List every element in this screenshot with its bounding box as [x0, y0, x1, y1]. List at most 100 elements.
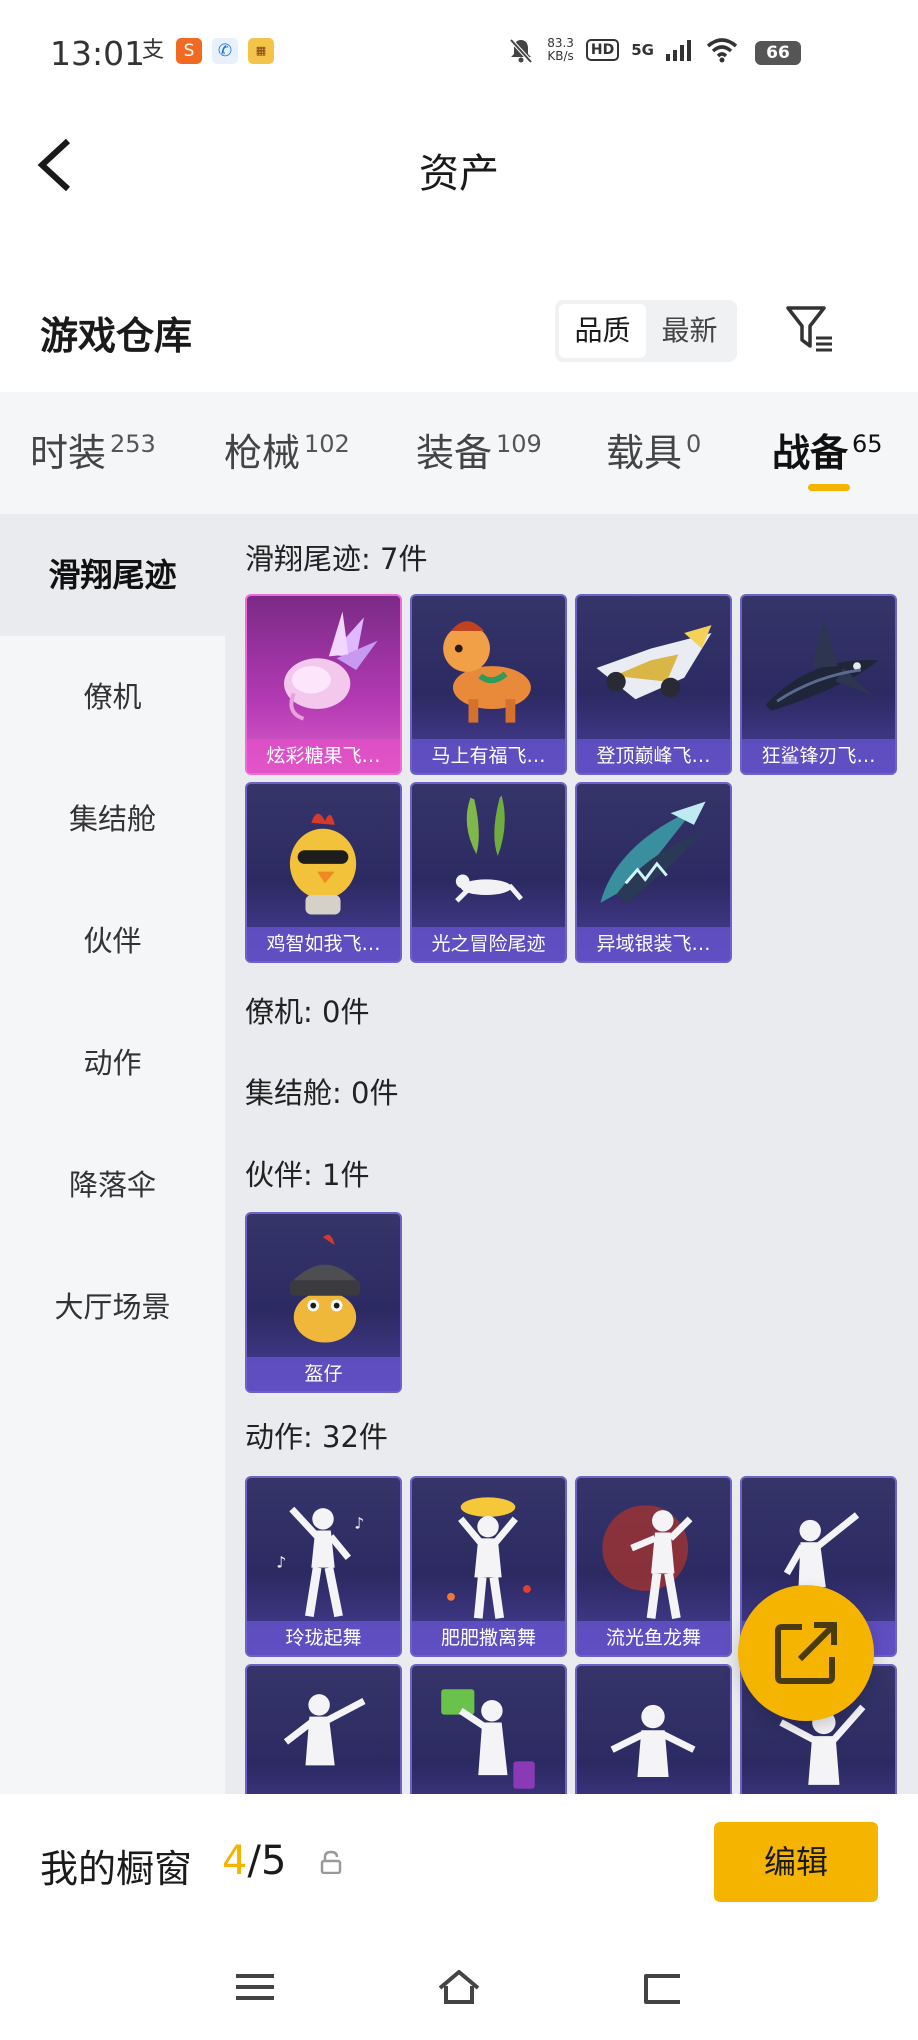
- tab-label: 时装: [30, 431, 107, 475]
- edit-button[interactable]: 编辑: [714, 1822, 878, 1902]
- tab-label: 战备: [772, 431, 849, 475]
- exotic-silver-glider-image: [577, 784, 730, 931]
- page-title: 资产: [419, 151, 499, 197]
- menu-icon[interactable]: [230, 1962, 280, 2012]
- group-label-wingman: 僚机: 0件: [245, 995, 370, 1029]
- item-card[interactable]: [410, 1664, 567, 1794]
- lock-icon: [320, 1850, 342, 1874]
- sidebar-item-lobby-scene[interactable]: 大厅场景: [0, 1246, 225, 1368]
- item-card[interactable]: 光之冒险尾迹: [410, 782, 567, 963]
- dance-pose-image: [412, 1478, 565, 1625]
- horse-glider-image: [412, 596, 565, 743]
- tab-label: 装备: [416, 431, 493, 475]
- sidebar-item-assembly-pod[interactable]: 集结舱: [0, 758, 225, 880]
- tab-fashion[interactable]: 时装 253: [30, 422, 156, 477]
- net-speed: 83.3 KB/s: [547, 37, 574, 63]
- group-label-glide-trail: 滑翔尾迹: 7件: [245, 542, 428, 576]
- item-name: 炫彩糖果飞…: [247, 739, 400, 773]
- tab-vehicles[interactable]: 载具 0: [606, 422, 701, 477]
- tab-combat-gear[interactable]: 战备 65: [772, 422, 883, 477]
- system-nav-bar: [0, 1934, 918, 2040]
- status-time: 13:01: [50, 34, 146, 73]
- item-name: 鸡智如我飞…: [247, 927, 400, 961]
- svg-text:♪: ♪: [276, 1554, 286, 1572]
- dance-pose-image: [412, 1666, 565, 1794]
- filter-icon: [786, 306, 832, 352]
- item-card[interactable]: 盔仔: [245, 1212, 402, 1393]
- home-icon[interactable]: [434, 1962, 484, 2012]
- tab-count: 253: [110, 430, 156, 458]
- candy-glider-image: [247, 596, 400, 743]
- item-card[interactable]: 鸡智如我飞…: [245, 782, 402, 963]
- dance-pose-image: [577, 1478, 730, 1625]
- sidebar-item-parachute[interactable]: 降落伞: [0, 1124, 225, 1246]
- dance-pose-image: [247, 1666, 400, 1794]
- group-label-emote: 动作: 32件: [245, 1420, 388, 1454]
- chicken-glider-image: [247, 784, 400, 931]
- wifi-icon: [706, 38, 738, 63]
- dance-pose-image: ♪ ♪: [247, 1478, 400, 1625]
- battery-indicator: 66: [755, 41, 801, 65]
- tab-equipment[interactable]: 装备 109: [416, 422, 542, 477]
- share-fab-button[interactable]: [738, 1585, 874, 1721]
- summit-glider-image: [577, 596, 730, 743]
- hd-badge: HD: [585, 39, 620, 61]
- showcase-total: 5: [260, 1838, 287, 1884]
- item-name: 异域银装飞…: [577, 927, 730, 961]
- game-notification-icon: ▦: [248, 38, 274, 64]
- status-bar: 13:01 支 S ✆ ▦ 83.3 KB/s HD 5G 66: [0, 0, 918, 105]
- filter-button[interactable]: [784, 302, 836, 354]
- mute-bell-icon: [509, 38, 533, 64]
- tab-count: 102: [304, 430, 350, 458]
- item-card[interactable]: 登顶巅峰飞…: [575, 594, 732, 775]
- tab-firearms[interactable]: 枪械 102: [224, 422, 350, 477]
- showcase-bar: 我的橱窗 4/5 编辑: [0, 1794, 918, 1934]
- tab-count: 65: [852, 430, 883, 458]
- item-card[interactable]: 狂鲨锋刃飞…: [740, 594, 897, 775]
- sidebar-item-emote[interactable]: 动作: [0, 1002, 225, 1124]
- telecom-notification-icon: ✆: [212, 38, 238, 64]
- helmet-chick-image: [247, 1214, 400, 1361]
- back-nav-icon[interactable]: [638, 1962, 688, 2012]
- sidebar-item-wingman[interactable]: 僚机: [0, 636, 225, 758]
- net-speed-unit: KB/s: [547, 49, 574, 63]
- item-card[interactable]: 炫彩糖果飞…: [245, 594, 402, 775]
- network-5g-label: 5G: [631, 41, 654, 59]
- item-name: 肥肥撒离舞: [412, 1621, 565, 1655]
- item-card[interactable]: 流光鱼龙舞: [575, 1476, 732, 1657]
- sort-option-newest[interactable]: 最新: [646, 304, 733, 358]
- tab-label: 载具: [606, 431, 683, 475]
- shark-glider-image: [742, 596, 895, 743]
- item-card[interactable]: 肥肥撒离舞: [410, 1476, 567, 1657]
- item-card[interactable]: 异域银装飞…: [575, 782, 732, 963]
- item-name: 狂鲨锋刃飞…: [742, 739, 895, 773]
- app-header: 资产: [0, 105, 918, 225]
- tab-count: 0: [686, 430, 702, 458]
- item-card[interactable]: [575, 1664, 732, 1794]
- subcategory-sidebar: 滑翔尾迹 僚机 集结舱 伙伴 动作 降落伞 大厅场景: [0, 514, 225, 1794]
- sidebar-item-companion[interactable]: 伙伴: [0, 880, 225, 1002]
- share-external-icon: [775, 1622, 837, 1684]
- light-adventure-trail-image: [412, 784, 565, 931]
- item-name: 玲珑起舞: [247, 1621, 400, 1655]
- section-title: 游戏仓库: [40, 314, 193, 358]
- tab-label: 枪械: [224, 431, 301, 475]
- item-name: 登顶巅峰飞…: [577, 739, 730, 773]
- sort-toggle: 品质 最新: [555, 300, 737, 362]
- category-tabs: 时装 253 枪械 102 装备 109 载具 0 战备 65: [0, 392, 918, 514]
- notification-icons: 支 S ✆ ▦: [140, 38, 274, 64]
- item-card[interactable]: [245, 1664, 402, 1794]
- showcase-label: 我的橱窗: [40, 1847, 193, 1891]
- item-name: 马上有福飞…: [412, 739, 565, 773]
- sidebar-item-glide-trail[interactable]: 滑翔尾迹: [0, 514, 225, 636]
- showcase-current: 4: [222, 1838, 248, 1884]
- item-card[interactable]: ♪ ♪ 玲珑起舞: [245, 1476, 402, 1657]
- item-name: 盔仔: [247, 1357, 400, 1391]
- active-tab-indicator: [808, 484, 850, 491]
- showcase-count: 4/5: [222, 1838, 286, 1884]
- item-card[interactable]: 马上有福飞…: [410, 594, 567, 775]
- alipay-notification-icon: 支: [140, 38, 166, 64]
- sort-option-quality[interactable]: 品质: [559, 304, 646, 358]
- group-label-assembly-pod: 集结舱: 0件: [245, 1076, 399, 1110]
- dance-pose-image: [577, 1666, 730, 1794]
